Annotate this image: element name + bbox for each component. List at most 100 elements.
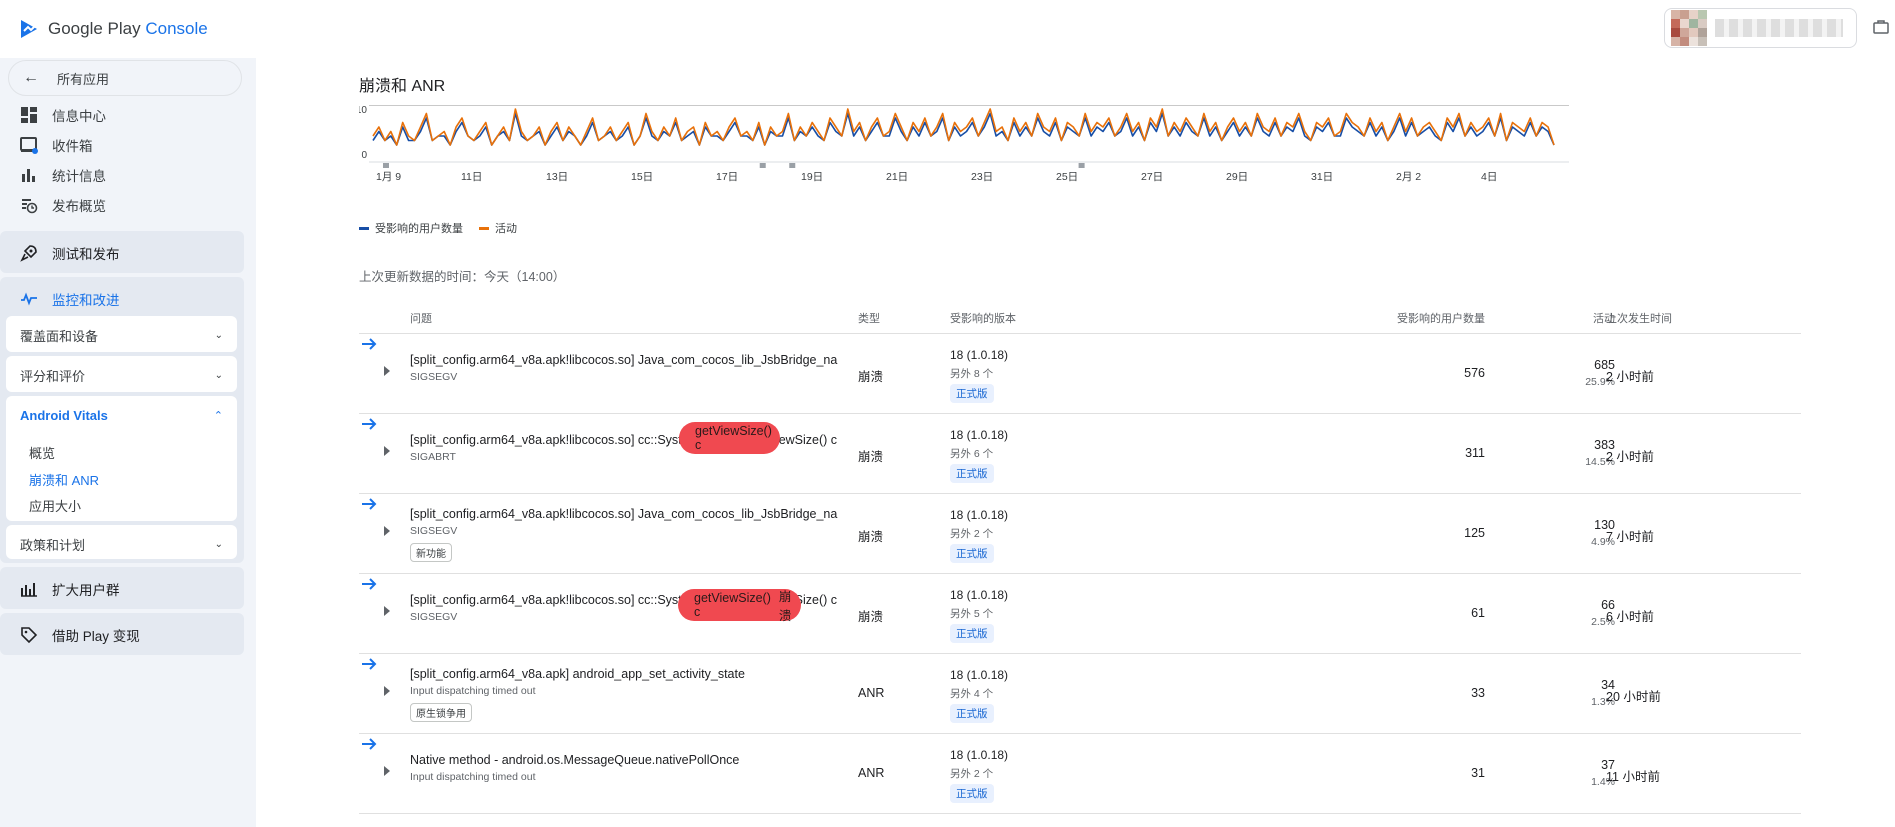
col-type[interactable]: 类型 <box>858 310 880 326</box>
issue-title[interactable]: [split_config.arm64_v8a.apk] android_app… <box>410 667 850 681</box>
crash-trend-chart[interactable]: 0 10 1月 9 11日 13日 15日 17日 19日 21日 23日 25日 27日 29日 31日… <box>359 105 1829 275</box>
col-users[interactable]: 受影响的用户数量 <box>1385 310 1485 326</box>
col-issue[interactable]: 问题 <box>410 310 432 326</box>
issue-signal: SIGSEGV <box>410 371 458 383</box>
card-label: 政策和计划 <box>20 538 86 553</box>
legend-activity[interactable]: 活动 <box>479 220 517 236</box>
chevron-down-icon: ⌄ <box>214 370 223 381</box>
table-row[interactable]: [split_config.arm64_v8a.apk!libcocos.so]… <box>359 494 1801 574</box>
monitor-section-header[interactable]: 监控和改进 <box>20 289 120 309</box>
account-switcher[interactable] <box>1664 8 1857 48</box>
sidebar-item-publish-overview[interactable]: 发布概览 <box>20 195 106 215</box>
open-details-arrow-icon[interactable] <box>359 334 379 354</box>
sidebar-section-grow[interactable]: 扩大用户群 <box>0 567 244 609</box>
release-badge: 正式版 <box>950 464 994 483</box>
developer-avatar <box>1671 10 1707 46</box>
play-console-logo-icon <box>21 20 37 38</box>
col-version[interactable]: 受影响的版本 <box>950 310 1016 326</box>
sidebar-item-label: 信息中心 <box>52 109 106 124</box>
top-bar: Google Play Console <box>0 0 1895 58</box>
affected-users: 61 <box>1471 606 1485 620</box>
table-header: 问题 类型 受影响的版本 受影响的用户数量 活动 上次发生时间 <box>359 298 1801 334</box>
publish-overview-icon <box>22 199 38 214</box>
legend-label: 活动 <box>495 223 517 235</box>
last-occurred: 2 小时前 <box>1606 370 1654 384</box>
sidebar-card-vitals: Android Vitals ⌃ 概览 崩溃和 ANR 应用大小 <box>6 396 237 521</box>
sidebar-link-app-size[interactable]: 应用大小 <box>29 496 81 515</box>
release-badge: 正式版 <box>950 384 994 403</box>
x-tick-label: 31日 <box>1311 171 1333 183</box>
section-label: 扩大用户群 <box>52 583 120 598</box>
chevron-down-icon: ⌄ <box>214 539 223 550</box>
expand-arrow-icon[interactable] <box>384 686 390 696</box>
sidebar-card-ratings[interactable]: 评分和评价 ⌄ <box>6 356 237 392</box>
open-details-arrow-icon[interactable] <box>359 414 379 434</box>
issue-title[interactable]: [split_config.arm64_v8a.apk!libcocos.so]… <box>410 507 850 521</box>
release-badge: 正式版 <box>950 784 994 803</box>
table-row[interactable]: [split_config.arm64_v8a.apk!libcocos.so]… <box>359 334 1801 414</box>
affected-version-more: 另外 6 个 <box>950 448 994 460</box>
issue-signal: Input dispatching timed out <box>410 771 536 783</box>
section-label: 借助 Play 变现 <box>52 629 140 644</box>
affected-version-more: 另外 2 个 <box>950 768 994 780</box>
redaction-type-text: 崩溃 <box>778 590 792 623</box>
table-row[interactable]: [split_config.arm64_v8a.apk!libcocos.so]… <box>359 414 1801 494</box>
help-icon[interactable] <box>1872 18 1890 36</box>
last-updated-text: 上次更新数据的时间：今天（14:00） <box>359 270 566 284</box>
sidebar-link-overview[interactable]: 概览 <box>29 443 55 462</box>
all-apps-button[interactable]: ← 所有应用 <box>8 60 242 96</box>
open-details-arrow-icon[interactable] <box>359 494 379 514</box>
issue-signal: Input dispatching timed out <box>410 685 536 697</box>
affected-version-more: 另外 2 个 <box>950 528 994 540</box>
table-row[interactable]: Native method - android.os.MessageQueue.… <box>359 734 1801 814</box>
sidebar-card-coverage[interactable]: 覆盖面和设备 ⌄ <box>6 316 237 352</box>
issue-signal: SIGABRT <box>410 451 456 463</box>
table-row[interactable]: [split_config.arm64_v8a.apk] android_app… <box>359 654 1801 734</box>
bar-chart-icon <box>22 169 35 182</box>
open-details-arrow-icon[interactable] <box>359 734 379 754</box>
vitals-header[interactable]: Android Vitals ⌃ <box>20 408 223 423</box>
expand-arrow-icon[interactable] <box>384 766 390 776</box>
affected-version-more: 另外 4 个 <box>950 688 994 700</box>
open-details-arrow-icon[interactable] <box>359 654 379 674</box>
redaction-text: getViewSize() c <box>695 424 772 452</box>
last-occurred: 11 小时前 <box>1606 770 1660 784</box>
open-details-arrow-icon[interactable] <box>359 574 379 594</box>
last-occurred: 2 小时前 <box>1606 450 1654 464</box>
sidebar-item-inbox[interactable]: 收件箱 <box>20 135 93 155</box>
table-row[interactable]: [split_config.arm64_v8a.apk!libcocos.so]… <box>359 574 1801 654</box>
legend-users[interactable]: 受影响的用户数量 <box>359 220 463 236</box>
legend-swatch-users <box>359 226 369 230</box>
issue-title[interactable]: Native method - android.os.MessageQueue.… <box>410 753 850 767</box>
play-console-logo[interactable]: Google Play Console <box>18 18 208 40</box>
issue-tag: 原生锁争用 <box>410 703 472 722</box>
issue-title[interactable]: [split_config.arm64_v8a.apk!libcocos.so]… <box>410 433 850 447</box>
section-label: 测试和发布 <box>52 247 120 262</box>
sidebar-card-policy[interactable]: 政策和计划 ⌄ <box>6 525 237 559</box>
release-marker <box>1078 163 1085 168</box>
x-tick-label: 1月 9 <box>376 171 401 183</box>
x-tick-label: 17日 <box>716 171 738 183</box>
chevron-up-icon: ⌃ <box>213 410 223 422</box>
legend-label: 受影响的用户数量 <box>375 223 463 235</box>
expand-arrow-icon[interactable] <box>384 366 390 376</box>
sidebar-item-dashboard[interactable]: 信息中心 <box>20 105 106 125</box>
x-tick-label: 15日 <box>631 171 653 183</box>
sidebar-item-statistics[interactable]: 统计信息 <box>20 165 106 185</box>
x-tick-label: 19日 <box>801 171 823 183</box>
issue-title[interactable]: [split_config.arm64_v8a.apk!libcocos.so]… <box>410 353 850 367</box>
sidebar-item-label: 发布概览 <box>52 199 106 214</box>
expand-arrow-icon[interactable] <box>384 446 390 456</box>
col-last[interactable]: 上次发生时间 <box>1606 310 1672 326</box>
issue-type: ANR <box>858 766 885 780</box>
sidebar-link-crashes-anr[interactable]: 崩溃和 ANR <box>29 470 99 489</box>
affected-users: 31 <box>1471 766 1485 780</box>
issue-type: 崩溃 <box>858 370 884 384</box>
sidebar-section-monetize[interactable]: 借助 Play 变现 <box>0 613 244 655</box>
sidebar-section-test-release[interactable]: 测试和发布 <box>0 231 244 273</box>
x-tick-label: 11日 <box>461 171 482 183</box>
all-apps-label: 所有应用 <box>57 71 110 87</box>
last-occurred: 7 小时前 <box>1606 530 1654 544</box>
expand-arrow-icon[interactable] <box>384 526 390 536</box>
expand-arrow-icon[interactable] <box>384 606 390 616</box>
